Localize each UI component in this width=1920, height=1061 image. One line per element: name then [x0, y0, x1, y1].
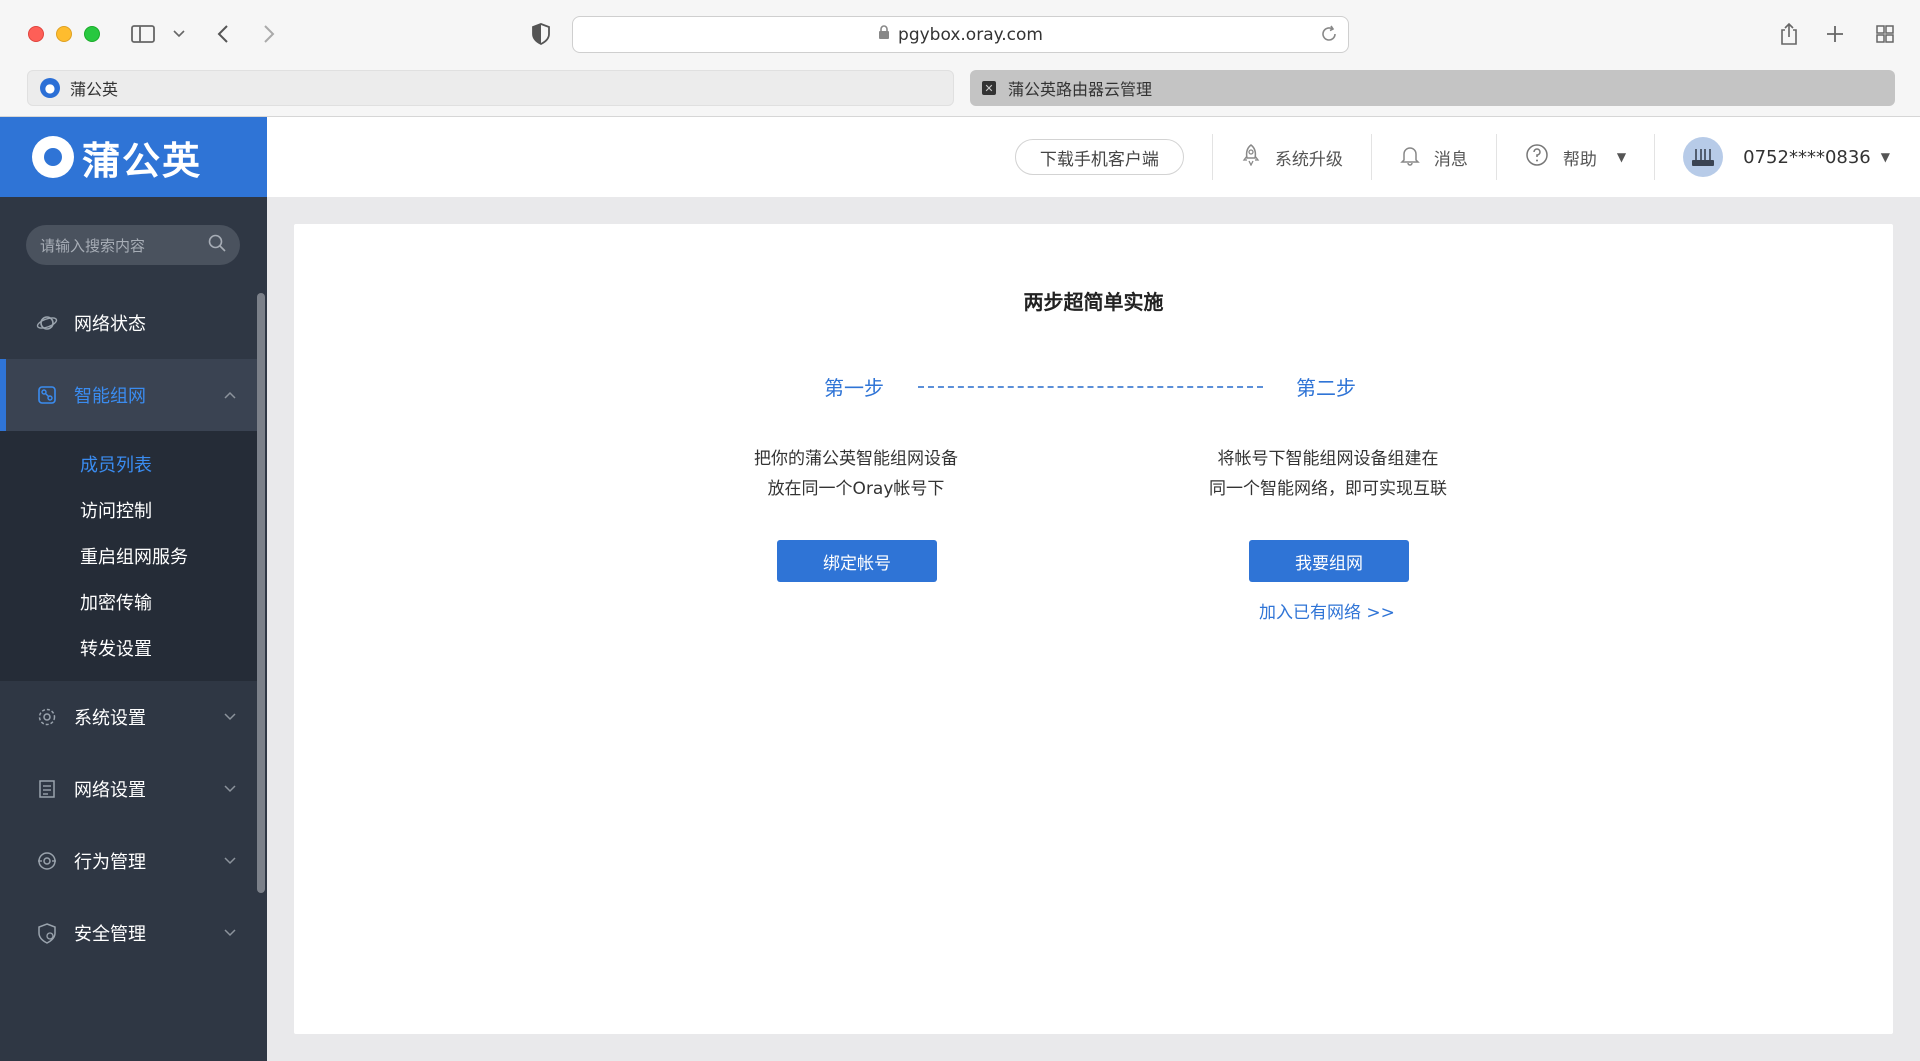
sidebar-search[interactable]: 请输入搜索内容: [26, 225, 240, 265]
messages-link[interactable]: 消息: [1400, 144, 1468, 171]
step-one-line-2: 放在同一个Oray帐号下: [767, 479, 945, 499]
sidebar-item-system-settings[interactable]: 系统设置: [0, 681, 258, 753]
gear-icon: [36, 706, 58, 728]
rocket-icon: [1241, 143, 1261, 171]
behavior-icon: [36, 850, 58, 872]
shield-icon: [36, 922, 58, 944]
new-tab-icon[interactable]: [1820, 20, 1850, 48]
sidebar-item-network-status[interactable]: 网络状态: [0, 287, 258, 359]
sidebar-item-security-management[interactable]: 安全管理: [0, 897, 258, 969]
share-icon[interactable]: [1774, 20, 1804, 48]
step-connector: [918, 386, 1263, 388]
sidebar-item-label: 安全管理: [74, 924, 146, 945]
sidebar-item-smart-network[interactable]: 智能组网: [0, 359, 258, 431]
tab-label: 蒲公英: [70, 80, 119, 99]
bind-account-button[interactable]: 绑定帐号: [777, 540, 937, 582]
close-tab-icon[interactable]: ✕: [982, 81, 996, 95]
download-app-button[interactable]: 下载手机客户端: [1014, 139, 1184, 175]
network-settings-icon: [36, 778, 58, 800]
submenu-encrypted-transfer[interactable]: 加密传输: [0, 579, 258, 625]
step-one-label: 第一步: [824, 376, 884, 400]
sidebar-item-behavior-management[interactable]: 行为管理: [0, 825, 258, 897]
forward-icon[interactable]: [254, 20, 284, 48]
minimize-window-button[interactable]: [56, 26, 72, 42]
smart-network-submenu: 成员列表 访问控制 重启组网服务 加密传输 转发设置: [0, 431, 258, 681]
close-window-button[interactable]: [28, 26, 44, 42]
tab-pgy-cloud[interactable]: ✕ 蒲公英路由器云管理: [970, 70, 1895, 106]
browser-chrome: pgybox.oray.com ● 蒲公英 ✕ 蒲公英路由器云管理: [0, 0, 1920, 117]
chevron-down-icon: [224, 854, 236, 868]
system-upgrade-link[interactable]: 系统升级: [1241, 143, 1343, 171]
window-controls: [28, 26, 100, 42]
router-avatar-icon: [1683, 137, 1724, 177]
divider: [1495, 134, 1497, 180]
chevron-up-icon: [224, 388, 236, 402]
submenu-forward-settings[interactable]: 转发设置: [0, 625, 258, 671]
brand-name: 蒲公英: [82, 138, 203, 183]
user-account: 0752****0836: [1743, 146, 1871, 168]
address-bar[interactable]: pgybox.oray.com: [572, 16, 1349, 53]
sidebar-item-label: 智能组网: [74, 386, 146, 407]
lock-icon: [878, 24, 890, 45]
sidebar-toggle-icon[interactable]: [128, 20, 158, 48]
submenu-restart-service[interactable]: 重启组网服务: [0, 533, 258, 579]
sidebar-item-label: 系统设置: [74, 708, 146, 729]
bell-icon: [1400, 144, 1420, 171]
tab-pgy[interactable]: ● 蒲公英: [27, 70, 954, 106]
step-one-line-1: 把你的蒲公英智能组网设备: [754, 449, 958, 469]
zoom-window-button[interactable]: [84, 26, 100, 42]
reload-icon[interactable]: [1320, 25, 1338, 48]
caret-down-icon: ▼: [1880, 150, 1890, 164]
user-menu[interactable]: 0752****0836 ▼: [1683, 137, 1890, 177]
step-two-label: 第二步: [1296, 376, 1356, 400]
messages-label: 消息: [1433, 149, 1468, 170]
back-icon[interactable]: [208, 20, 238, 48]
create-network-button[interactable]: 我要组网: [1249, 540, 1409, 582]
tab-overview-icon[interactable]: [1870, 20, 1900, 48]
search-icon[interactable]: [208, 234, 226, 256]
sidebar-item-label: 行为管理: [74, 852, 146, 873]
divider: [1654, 134, 1656, 180]
help-label: 帮助: [1562, 149, 1597, 170]
sidebar: 蒲公英 请输入搜索内容 网络状态 智能组网 成员列表 访问控制 重启组网服务 加…: [0, 117, 267, 1061]
dandelion-logo-icon: [32, 136, 74, 178]
step-two-line-1: 将帐号下智能组网设备组建在: [1217, 449, 1439, 469]
step-one-description: 把你的蒲公英智能组网设备 放在同一个Oray帐号下: [706, 444, 1006, 504]
step-two-line-2: 同一个智能网络，即可实现互联: [1209, 479, 1447, 499]
tab-label: 蒲公英路由器云管理: [1008, 80, 1153, 99]
submenu-access-control[interactable]: 访问控制: [0, 487, 258, 533]
divider: [1370, 134, 1372, 180]
sidebar-item-label: 网络设置: [74, 780, 146, 801]
sidebar-scrollbar[interactable]: [257, 293, 265, 893]
main-content-card: 两步超简单实施 第一步 第二步 把你的蒲公英智能组网设备 放在同一个Oray帐号…: [294, 224, 1893, 1034]
top-header: 下载手机客户端 系统升级 消息 帮助 ▼ 0752****0836 ▼: [267, 117, 1920, 197]
sidebar-item-network-settings[interactable]: 网络设置: [0, 753, 258, 825]
chevron-down-icon[interactable]: [164, 20, 194, 48]
divider: [1211, 134, 1213, 180]
chevron-down-icon: [224, 782, 236, 796]
smart-network-icon: [36, 384, 58, 406]
url-text: pgybox.oray.com: [898, 24, 1043, 45]
tab-strip: ● 蒲公英 ✕ 蒲公英路由器云管理: [27, 70, 1895, 106]
join-existing-network-link[interactable]: 加入已有网络 >>: [1259, 598, 1395, 623]
submenu-member-list[interactable]: 成员列表: [0, 441, 258, 487]
brand-logo[interactable]: 蒲公英: [0, 117, 267, 197]
step-two-description: 将帐号下智能组网设备组建在 同一个智能网络，即可实现互联: [1178, 444, 1478, 504]
system-upgrade-label: 系统升级: [1274, 149, 1343, 170]
pgy-favicon-icon: ●: [40, 78, 60, 98]
chevron-down-icon: [224, 710, 236, 724]
caret-down-icon: ▼: [1616, 150, 1627, 164]
sidebar-item-label: 网络状态: [74, 314, 146, 335]
page-title: 两步超简单实施: [1023, 290, 1164, 314]
privacy-shield-icon[interactable]: [526, 20, 556, 48]
question-circle-icon: [1525, 143, 1549, 172]
help-menu[interactable]: 帮助 ▼: [1525, 143, 1626, 172]
network-status-icon: [36, 312, 58, 334]
chevron-down-icon: [224, 926, 236, 940]
search-input[interactable]: 请输入搜索内容: [40, 235, 145, 256]
